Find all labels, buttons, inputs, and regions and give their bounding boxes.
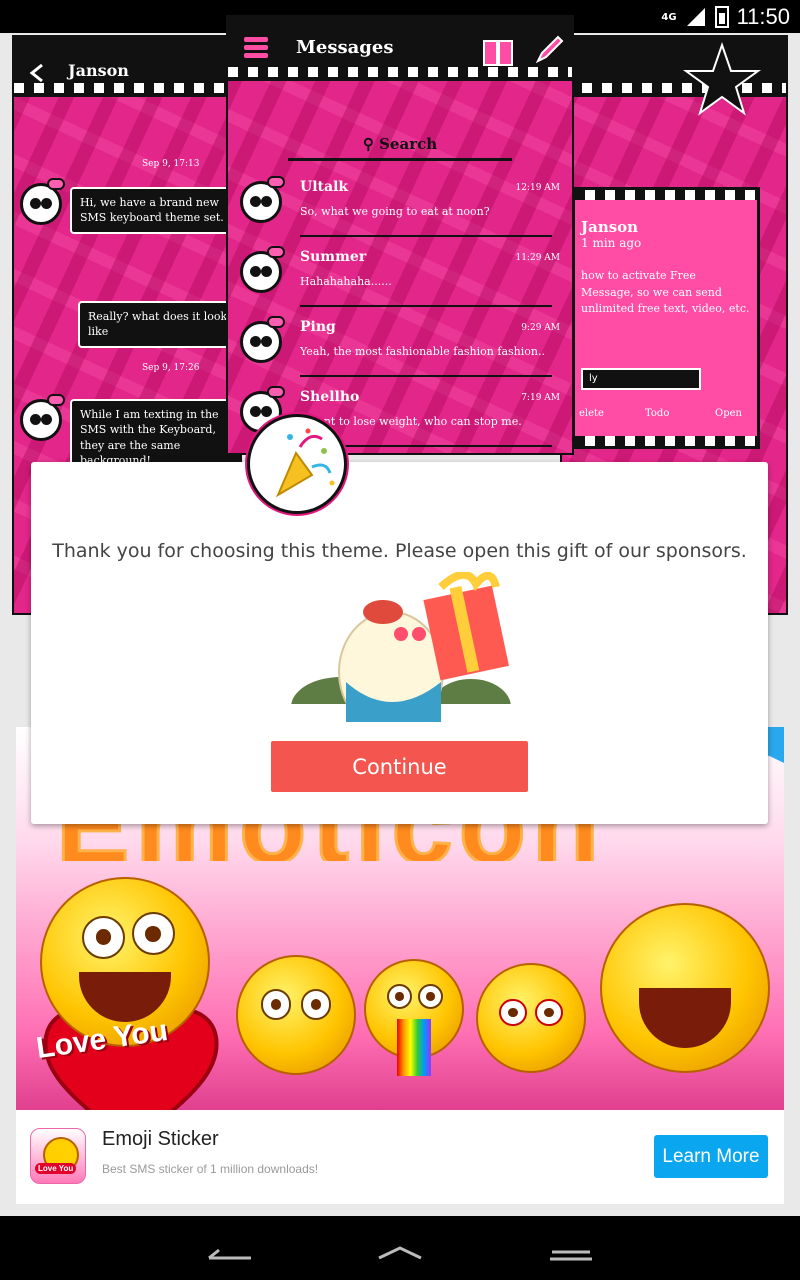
signal-icon xyxy=(686,8,705,26)
skull-avatar-icon xyxy=(240,316,285,363)
learn-more-button[interactable]: Learn More xyxy=(654,1135,768,1178)
ad-footer: Emoji Sticker Best SMS sticker of 1 mill… xyxy=(16,1110,784,1204)
open-action: Open xyxy=(715,408,742,419)
message-preview: Hahahahaha...... xyxy=(300,275,392,288)
popup-time-ago: 1 min ago xyxy=(581,236,642,250)
popup-message-text: how to activate Free Message, so we can … xyxy=(581,269,750,315)
message-list-item: Ping 9:29 AM Yeah, the most fashionable … xyxy=(228,315,572,383)
menu-icon xyxy=(244,37,268,58)
heart-eyes-emoji-icon xyxy=(600,903,770,1073)
message-sender: Ultalk xyxy=(300,179,349,195)
star-icon xyxy=(682,41,762,116)
message-bubble: Really? what does it look like xyxy=(78,301,240,348)
dialog-message: Thank you for choosing this theme. Pleas… xyxy=(52,540,747,562)
message-sender: Summer xyxy=(300,249,367,265)
back-arrow-icon xyxy=(29,63,43,83)
skull-avatar-icon xyxy=(240,246,285,293)
popup-contact-name: Janson xyxy=(581,218,639,236)
pencil-icon xyxy=(535,35,564,64)
party-popper-icon xyxy=(275,428,335,498)
battery-icon xyxy=(714,6,729,28)
angry-emoji-icon xyxy=(476,963,586,1073)
search-bar: ⚲ Search xyxy=(288,135,512,161)
message-sender: Ping xyxy=(300,319,336,335)
ad-app-subtitle: Best SMS sticker of 1 million downloads! xyxy=(102,1162,319,1176)
todo-action: Todo xyxy=(645,408,670,419)
message-sender: Shellho xyxy=(300,389,360,405)
message-time: 9:29 AM xyxy=(521,323,560,333)
sick-emoji-icon xyxy=(364,959,464,1077)
message-list-item: Ultalk 12:19 AM So, what we going to eat… xyxy=(228,175,572,243)
message-bubble: Hi, we have a brand new SMS keyboard the… xyxy=(70,187,238,234)
message-preview: Yeah, the most fashionable fashion fashi… xyxy=(300,345,545,358)
date-tag: Sep 9, 17:13 xyxy=(142,159,200,169)
message-time: 12:19 AM xyxy=(515,183,560,193)
date-tag: Sep 9, 17:26 xyxy=(142,363,200,373)
messages-title: Messages xyxy=(296,37,394,58)
search-label: Search xyxy=(379,135,438,153)
network-type-label: 4G xyxy=(661,11,677,23)
message-time: 7:19 AM xyxy=(521,393,560,403)
message-preview: So, what we going to eat at noon? xyxy=(300,205,490,218)
message-list-item: Summer 11:29 AM Hahahahaha...... xyxy=(228,245,572,313)
navigation-bar xyxy=(0,1216,800,1280)
sleepy-emoji-icon xyxy=(236,955,356,1075)
search-icon: ⚲ xyxy=(362,135,374,153)
recent-apps-icon[interactable] xyxy=(546,1232,596,1264)
skull-avatar-icon xyxy=(240,176,285,223)
ad-app-title: Emoji Sticker xyxy=(102,1128,219,1150)
conversation-contact-name: Janson xyxy=(68,61,129,80)
continue-button[interactable]: Continue xyxy=(271,741,528,792)
sponsor-gift-dialog: Thank you for choosing this theme. Pleas… xyxy=(31,462,768,824)
gift-character-illustration xyxy=(291,572,511,722)
message-popup-card: Janson 1 min ago how to activate Free Me… xyxy=(572,187,760,449)
back-icon[interactable] xyxy=(205,1232,255,1264)
reply-field: ly xyxy=(581,368,701,390)
skull-avatar-icon xyxy=(20,394,65,441)
message-time: 11:29 AM xyxy=(515,253,560,263)
home-icon[interactable] xyxy=(375,1232,425,1264)
app-icon[interactable] xyxy=(30,1128,86,1184)
party-popper-badge xyxy=(247,414,347,514)
gift-icon xyxy=(483,40,513,66)
clock: 11:50 xyxy=(736,4,790,29)
skull-avatar-icon xyxy=(20,178,65,225)
delete-action: elete xyxy=(579,408,604,419)
preview-message-list: Messages ⚲ Search Ultalk 12:19 AM So, wh… xyxy=(226,15,574,455)
